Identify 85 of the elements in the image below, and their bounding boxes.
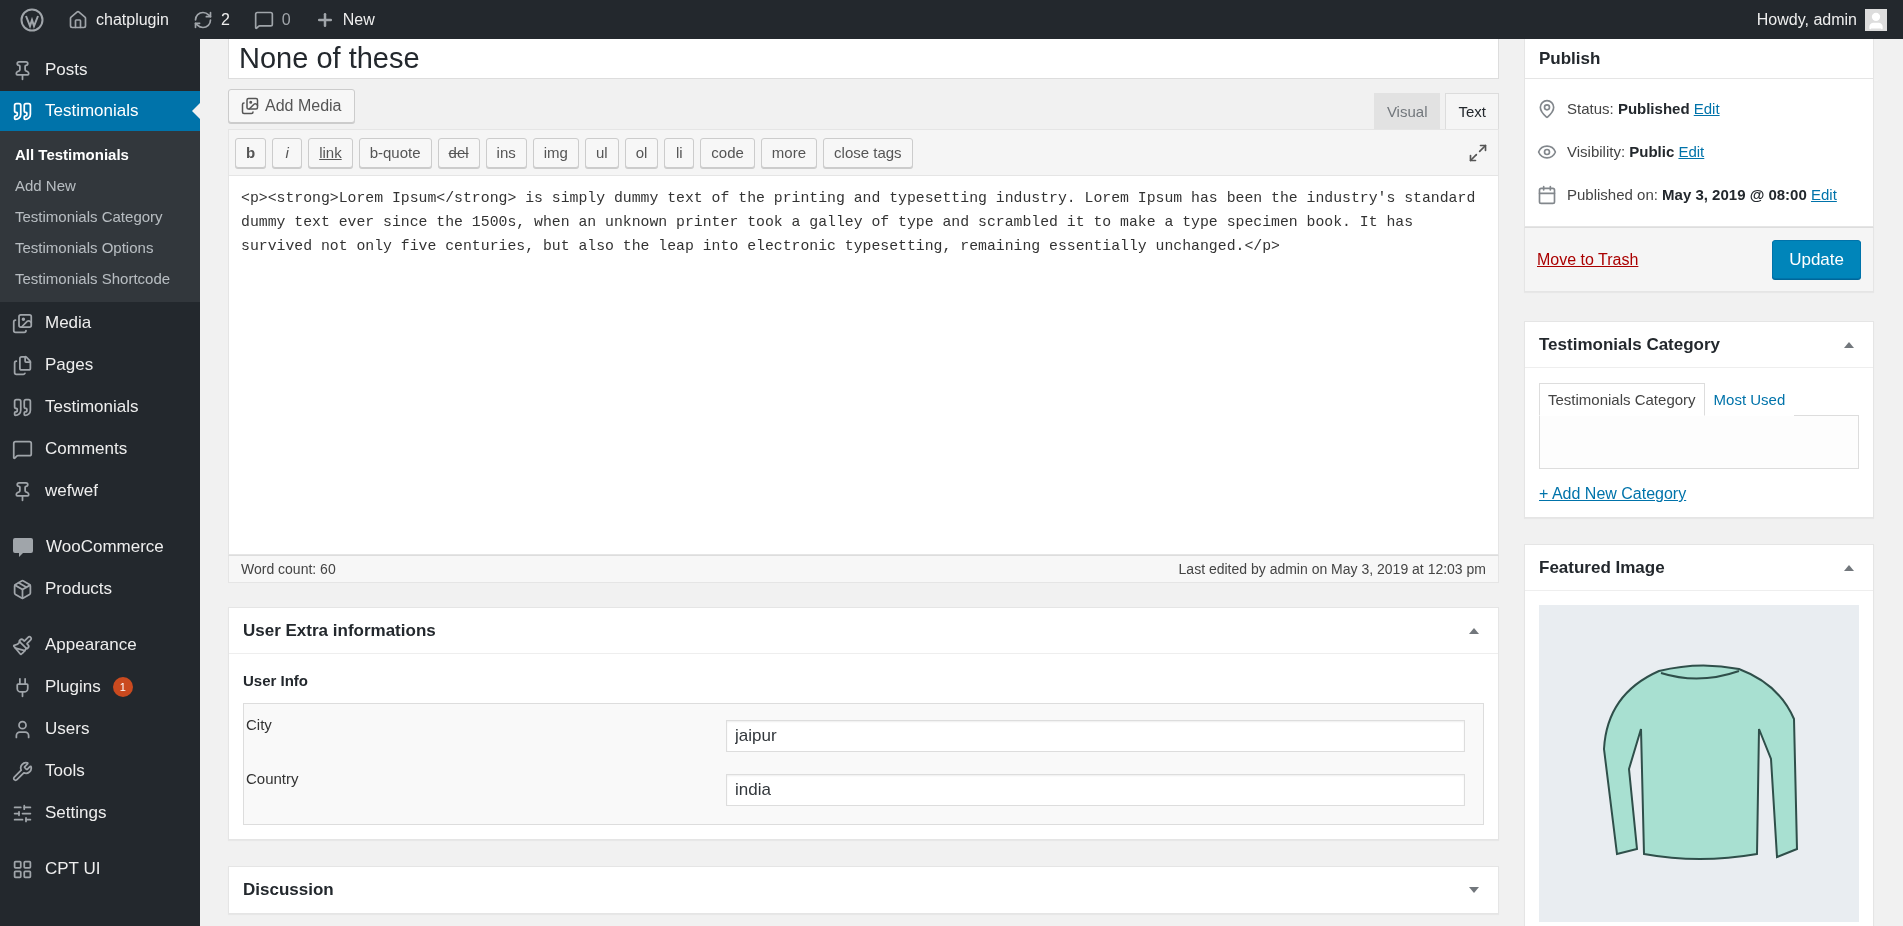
field-label: Country xyxy=(246,769,300,789)
add-media-button[interactable]: Add Media xyxy=(228,89,355,123)
title-field[interactable]: None of these xyxy=(228,39,1499,79)
format-button[interactable]: b xyxy=(235,137,267,168)
format-button[interactable]: ul xyxy=(584,137,619,168)
quote-icon xyxy=(12,100,33,122)
format-button[interactable]: i xyxy=(272,137,303,168)
pages-icon xyxy=(12,354,33,376)
edit-link[interactable]: Edit xyxy=(1693,100,1720,117)
menu-item[interactable]: wefwef xyxy=(0,470,200,512)
home-icon xyxy=(68,9,88,30)
editor-tab[interactable]: Text xyxy=(1445,93,1499,129)
move-to-trash-link[interactable]: Move to Trash xyxy=(1537,250,1639,269)
format-button[interactable]: ol xyxy=(624,137,659,168)
format-button[interactable]: link xyxy=(308,137,353,168)
menu-item[interactable]: Plugins 1 xyxy=(0,666,200,708)
menu-item[interactable]: WooCommerce xyxy=(0,526,200,568)
format-button[interactable]: del xyxy=(437,137,480,168)
site-link[interactable]: chatplugin xyxy=(56,0,181,39)
menu-item[interactable]: Media xyxy=(0,302,200,344)
featured-image[interactable] xyxy=(1539,605,1859,922)
field-label: City xyxy=(246,715,273,735)
format-button[interactable]: b-quote xyxy=(358,137,432,168)
submenu-item[interactable]: Testimonials Shortcode xyxy=(0,263,200,294)
speech-bubble-icon xyxy=(12,536,34,558)
box-title: Publish xyxy=(1539,48,1601,69)
box-title: Testimonials Category xyxy=(1539,334,1721,355)
format-button[interactable]: more xyxy=(760,137,818,168)
publish-setting: Status: Published Edit xyxy=(1567,100,1720,117)
publish-setting: Published on: May 3, 2019 @ 08:00 Edit xyxy=(1567,186,1837,203)
media-icon xyxy=(12,312,33,334)
submenu-item[interactable]: All Testimonials xyxy=(0,139,200,170)
box-icon xyxy=(12,578,33,600)
comment-icon xyxy=(12,438,33,460)
quote-icon xyxy=(12,396,33,418)
box-title: Featured Image xyxy=(1539,557,1665,578)
add-category-link[interactable]: + Add New Category xyxy=(1539,485,1687,503)
input-field[interactable]: jaipur xyxy=(726,720,1465,752)
comments-link[interactable]: 0 xyxy=(241,0,303,39)
publish-setting: Visibility: Public Edit xyxy=(1567,143,1705,160)
count-badge: 1 xyxy=(112,677,133,697)
menu-item[interactable]: Products xyxy=(0,568,200,610)
section-heading: User Info xyxy=(243,672,309,689)
format-button[interactable]: img xyxy=(532,137,579,168)
update-button[interactable]: Update xyxy=(1772,240,1861,279)
edit-link[interactable]: Edit xyxy=(1678,143,1705,160)
box-title: Discussion xyxy=(243,880,334,900)
menu-item[interactable]: Pages xyxy=(0,344,200,386)
category-tab[interactable]: Testimonials Category xyxy=(1539,383,1705,416)
editor-tab[interactable]: Visual xyxy=(1373,93,1441,129)
account-link[interactable]: Howdy, admin xyxy=(1756,8,1887,31)
menu-item[interactable]: Appearance xyxy=(0,624,200,666)
new-link[interactable]: New xyxy=(302,0,387,39)
pin-icon xyxy=(1537,98,1557,119)
menu-item[interactable]: Testimonials xyxy=(0,91,200,131)
edit-link[interactable]: Edit xyxy=(1811,186,1837,203)
updates-link[interactable]: 2 xyxy=(180,0,242,39)
word-count: Word count: 60 xyxy=(241,561,336,577)
format-button[interactable]: close tags xyxy=(823,137,913,168)
sliders-icon xyxy=(12,802,33,824)
content-text-area[interactable]: <p><strong>Lorem Ipsum</strong> is simply dummy text of the printing and typesetting industry. Lorem Ipsum has been the industry's standard dummy text ever since the 1500s, when an unknown printer took a galley of type and scrambled it to make a type specimen book. It has survived not only five centuries, but also the leap into electronic typesetting, remaining essentially unchanged.</p> xyxy=(228,175,1499,555)
paintbrush-icon xyxy=(12,634,33,656)
menu-item[interactable]: Settings xyxy=(0,792,200,834)
wrench-icon xyxy=(12,760,33,782)
submenu-item[interactable]: Testimonials Category xyxy=(0,201,200,232)
box-title: User Extra informations xyxy=(243,620,436,641)
submenu-item[interactable]: Add New xyxy=(0,170,200,201)
avatar-icon xyxy=(1865,8,1887,31)
last-edited-text: Last edited by admin on May 3, 2019 at 12:03 pm xyxy=(1178,561,1486,577)
grid-icon xyxy=(12,858,33,880)
menu-item[interactable]: Comments xyxy=(0,428,200,470)
menu-item[interactable]: Users xyxy=(0,708,200,750)
menu-item[interactable]: Tools xyxy=(0,750,200,792)
input-field[interactable]: india xyxy=(726,774,1465,806)
menu-item[interactable]: Posts xyxy=(0,49,200,91)
calendar-icon xyxy=(1537,184,1557,205)
format-button[interactable]: ins xyxy=(485,137,527,168)
media-icon xyxy=(241,97,259,115)
refresh-icon xyxy=(192,9,213,30)
format-button[interactable]: li xyxy=(664,137,695,168)
comment-icon xyxy=(253,9,274,30)
submenu-item[interactable]: Testimonials Options xyxy=(0,232,200,263)
format-button[interactable]: code xyxy=(700,137,755,168)
menu-item[interactable]: CPT UI xyxy=(0,848,200,890)
menu-item[interactable]: Testimonials xyxy=(0,386,200,428)
